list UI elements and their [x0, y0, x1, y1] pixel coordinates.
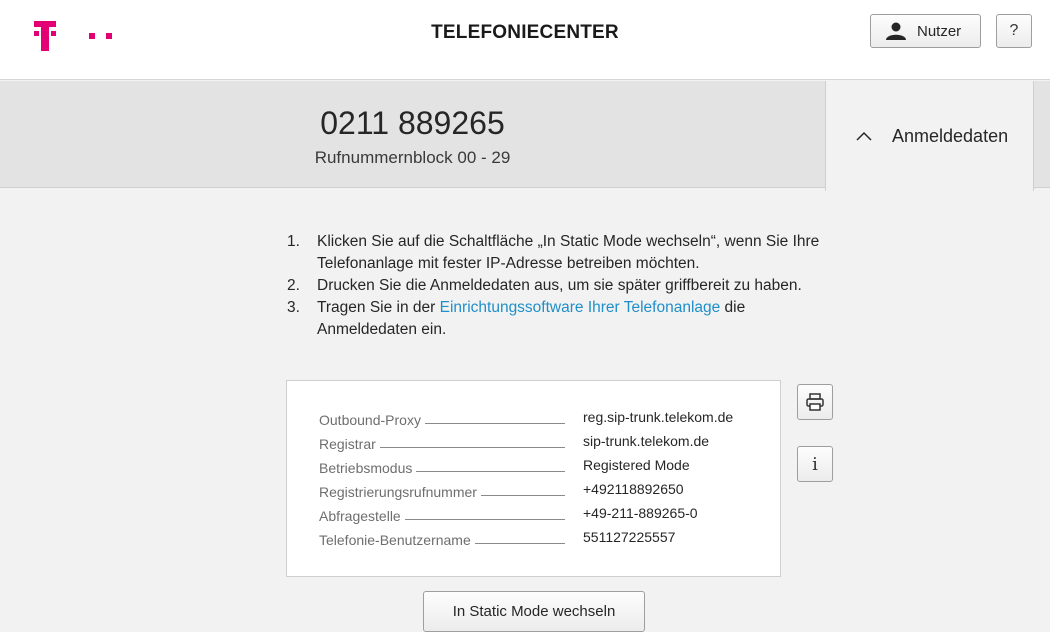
credential-row: Telefonie-Benutzername 551127225557: [319, 529, 769, 551]
credential-label: Betriebsmodus: [319, 460, 413, 476]
printer-icon: [806, 393, 824, 411]
list-item: 1. Klicken Sie auf die Schaltfläche „In …: [287, 233, 820, 272]
tab-anmeldedaten[interactable]: Anmeldedaten: [825, 81, 1034, 191]
credential-value: 551127225557: [583, 529, 676, 545]
tab-label: Anmeldedaten: [892, 125, 1009, 146]
credential-row: Betriebsmodus Registered Mode: [319, 457, 769, 479]
help-button[interactable]: ?: [996, 14, 1032, 48]
print-button[interactable]: [797, 384, 833, 420]
instruction-list: 1. Klicken Sie auf die Schaltfläche „In …: [287, 231, 847, 341]
credential-value: +49-211-889265-0: [583, 505, 698, 521]
static-mode-button[interactable]: In Static Mode wechseln: [423, 591, 645, 632]
list-item: 2. Drucken Sie die Anmeldedaten aus, um …: [287, 277, 802, 294]
credential-label: Outbound-Proxy: [319, 412, 421, 428]
list-item: 3. Tragen Sie in der Einrichtungssoftwar…: [287, 299, 746, 338]
credential-row: Outbound-Proxy reg.sip-trunk.telekom.de: [319, 409, 769, 431]
credential-value: Registered Mode: [583, 457, 690, 473]
chevron-up-icon: [856, 131, 872, 141]
credential-row: Abfragestelle +49-211-889265-0: [319, 505, 769, 527]
info-button[interactable]: i: [797, 446, 833, 482]
credentials-panel: Outbound-Proxy reg.sip-trunk.telekom.de …: [286, 380, 781, 577]
credential-label: Registrierungsrufnummer: [319, 484, 477, 500]
number-block-label: Rufnummernblock 00 - 29: [314, 148, 511, 167]
top-header: TELEFONIECENTER Nutzer ?: [0, 0, 1050, 80]
credential-value: reg.sip-trunk.telekom.de: [583, 409, 734, 425]
phone-number: 0211 889265: [320, 105, 505, 141]
setup-software-link[interactable]: Einrichtungssoftware Ihrer Telefonanlage: [440, 299, 721, 316]
credential-value: sip-trunk.telekom.de: [583, 433, 710, 449]
user-button-label: Nutzer: [917, 22, 962, 40]
credential-label: Abfragestelle: [319, 508, 401, 524]
credential-row: Registrar sip-trunk.telekom.de: [319, 433, 769, 455]
number-block-header: 0211 889265 Rufnummernblock 00 - 29: [0, 81, 825, 188]
credential-label: Registrar: [319, 436, 376, 452]
user-icon: [886, 22, 906, 40]
band-edge: [1034, 81, 1050, 188]
user-button[interactable]: Nutzer: [870, 14, 981, 48]
credential-row: Registrierungsrufnummer +492118892650: [319, 481, 769, 503]
credential-value: +492118892650: [583, 481, 684, 497]
credential-label: Telefonie-Benutzername: [319, 532, 471, 548]
